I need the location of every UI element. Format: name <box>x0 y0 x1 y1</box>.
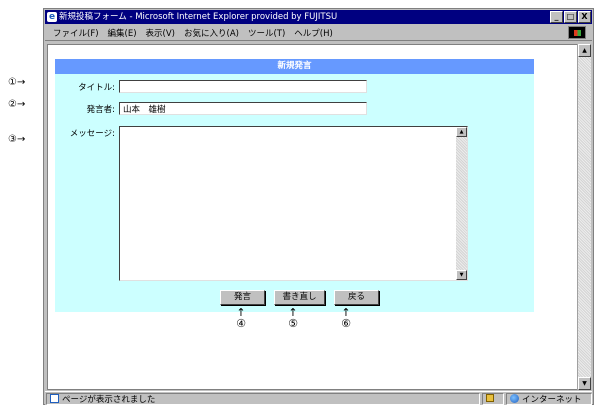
scroll-up-icon[interactable]: ▲ <box>578 44 591 57</box>
page-scrollbar[interactable]: ▲ ▼ <box>577 44 591 390</box>
scroll-down-icon[interactable]: ▼ <box>578 377 591 390</box>
speaker-input[interactable] <box>119 102 367 115</box>
speaker-label: 発言者: <box>86 105 115 115</box>
menu-help[interactable]: ヘルプ(H) <box>294 27 333 39</box>
menu-favorites[interactable]: お気に入り(A) <box>184 27 239 39</box>
zone-cell: インターネット <box>506 393 592 405</box>
callout-6-number: ⑥ <box>341 317 351 330</box>
security-cell <box>482 393 504 405</box>
menu-tools[interactable]: ツール(T) <box>248 27 285 39</box>
message-scrollbar[interactable]: ▲ ▼ <box>456 127 467 280</box>
reset-button[interactable]: 書き直し <box>274 290 325 305</box>
new-post-form: 新規発言 タイトル: 発言者: メッセージ: ▲ ▼ 発言 書き直し 戻る <box>55 59 534 312</box>
callout-5-number: ⑤ <box>288 317 298 330</box>
menu-view[interactable]: 表示(V) <box>146 27 175 39</box>
back-button[interactable]: 戻る <box>334 290 379 305</box>
menu-bar: ファイル(F) 編集(E) 表示(V) お気に入り(A) ツール(T) ヘルプ(… <box>45 25 592 41</box>
scroll-up-icon[interactable]: ▲ <box>456 127 467 137</box>
zone-text: インターネット <box>522 395 582 405</box>
status-text-cell: ページが表示されました <box>46 393 480 405</box>
callout-6: ↑ ⑥ <box>336 307 356 329</box>
windows-logo-icon <box>568 26 586 39</box>
callout-5: ↑ ⑤ <box>283 307 303 329</box>
scroll-down-icon[interactable]: ▼ <box>456 270 467 280</box>
maximize-button[interactable]: □ <box>564 11 577 23</box>
callout-3: ③→ <box>8 134 26 145</box>
page-icon <box>50 394 59 403</box>
lock-icon <box>486 394 494 402</box>
window-title: 新規投稿フォーム - Microsoft Internet Explorer p… <box>59 12 338 22</box>
status-bar: ページが表示されました インターネット <box>45 391 592 405</box>
title-bar[interactable]: e 新規投稿フォーム - Microsoft Internet Explorer… <box>45 10 592 24</box>
title-label: タイトル: <box>78 83 115 93</box>
message-textarea[interactable]: ▲ ▼ <box>119 126 468 281</box>
globe-icon <box>510 394 519 403</box>
browser-window: e 新規投稿フォーム - Microsoft Internet Explorer… <box>43 8 594 405</box>
window-controls: _ □ X <box>550 11 591 23</box>
submit-button[interactable]: 発言 <box>220 290 265 305</box>
callout-4-number: ④ <box>236 317 246 330</box>
menu-file[interactable]: ファイル(F) <box>53 27 99 39</box>
close-button[interactable]: X <box>578 11 591 23</box>
form-header: 新規発言 <box>55 59 534 74</box>
title-input[interactable] <box>119 80 367 93</box>
page-viewport: 新規発言 タイトル: 発言者: メッセージ: ▲ ▼ 発言 書き直し 戻る <box>47 44 577 390</box>
status-text: ページが表示されました <box>62 395 156 405</box>
menu-edit[interactable]: 編集(E) <box>108 27 137 39</box>
callout-1: ①→ <box>8 77 26 88</box>
callout-2: ②→ <box>8 99 26 110</box>
callout-4: ↑ ④ <box>231 307 251 329</box>
message-label: メッセージ: <box>69 129 115 139</box>
minimize-button[interactable]: _ <box>550 11 563 23</box>
ie-icon: e <box>47 12 57 22</box>
